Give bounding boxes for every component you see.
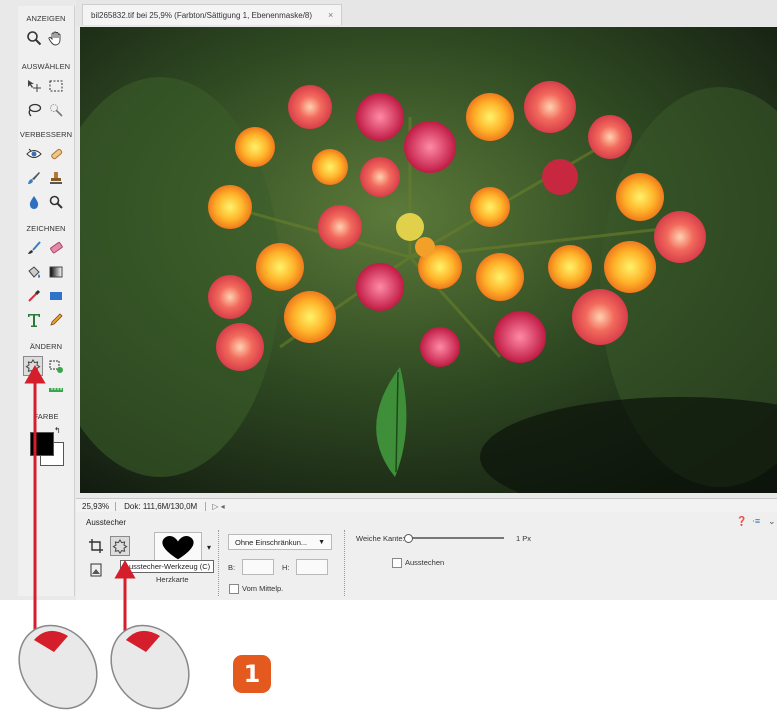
mouse-icon (18, 624, 98, 710)
step-number-badge: 1 (233, 655, 271, 693)
mouse-icon (110, 624, 190, 710)
annotation-overlay (18, 364, 190, 710)
